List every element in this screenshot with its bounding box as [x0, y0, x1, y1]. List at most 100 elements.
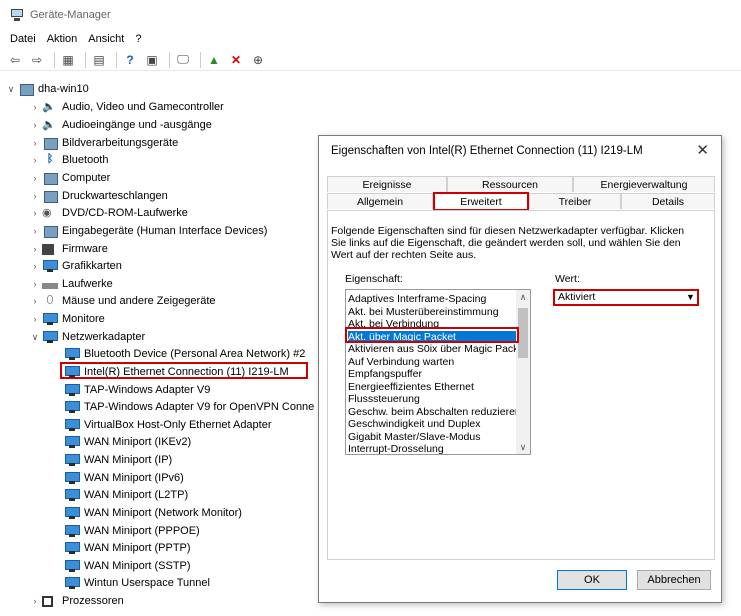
tree-category[interactable]: › ᛒ Bluetooth: [28, 151, 109, 169]
tree-category[interactable]: › Monitore: [28, 310, 105, 328]
tab-details[interactable]: Details: [621, 193, 715, 209]
device-manager-icon: [10, 8, 24, 22]
tab-allgemein[interactable]: Allgemein: [327, 193, 433, 209]
chevron-right-icon[interactable]: ›: [28, 208, 42, 218]
chevron-down-icon[interactable]: ∨: [28, 332, 42, 343]
chevron-down-icon[interactable]: ▼: [684, 291, 697, 304]
printer-icon: [42, 189, 58, 203]
highlight-box: [60, 362, 308, 379]
toolbar: ⇦ ⇨ ▦ ▤ ? ▣ 🖵 ▲ ✕ ⊕: [0, 49, 741, 71]
tree-device[interactable]: TAP-Windows Adapter V9: [64, 381, 210, 399]
tree-device[interactable]: WAN Miniport (Network Monitor): [64, 504, 242, 522]
tree-category[interactable]: › Grafikkarten: [28, 257, 122, 275]
chevron-right-icon[interactable]: ›: [28, 191, 42, 201]
list-item[interactable]: Geschw. beim Abschalten reduzieren: [348, 406, 516, 419]
monitor-icon: [42, 312, 58, 326]
tree-device[interactable]: WAN Miniport (IP): [64, 451, 172, 469]
menubar: Datei Aktion Ansicht ?: [0, 30, 741, 48]
tree-category[interactable]: › ◉ DVD/CD-ROM-Laufwerke: [28, 204, 188, 222]
uninstall-device-icon[interactable]: ✕: [227, 51, 245, 69]
property-listbox[interactable]: Adaptives Interframe-Spacing Akt. bei Mu…: [345, 289, 531, 455]
list-scrollbar[interactable]: ∧ ∨: [516, 290, 530, 454]
forward-arrow-icon[interactable]: ⇨: [28, 51, 46, 69]
network-adapter-icon: [64, 400, 80, 414]
tree-device[interactable]: VirtualBox Host-Only Ethernet Adapter: [64, 416, 272, 434]
update-driver-icon[interactable]: ▲: [205, 51, 223, 69]
tree-category[interactable]: › Eingabegeräte (Human Interface Devices): [28, 222, 267, 240]
tree-category[interactable]: › Computer: [28, 169, 110, 187]
network-adapter-icon: [64, 418, 80, 432]
chevron-right-icon[interactable]: ›: [28, 102, 42, 112]
tree-category[interactable]: › Laufwerke: [28, 275, 113, 293]
tree-device[interactable]: Wintun Userspace Tunnel: [64, 574, 210, 592]
tree-device[interactable]: WAN Miniport (PPPOE): [64, 522, 200, 540]
value-dropdown[interactable]: Aktiviert ▼: [553, 289, 699, 306]
chevron-right-icon[interactable]: ›: [28, 279, 42, 289]
chevron-right-icon[interactable]: ›: [28, 314, 42, 324]
chevron-right-icon[interactable]: ›: [28, 138, 42, 148]
chevron-right-icon[interactable]: ›: [28, 596, 42, 606]
tab-treiber[interactable]: Treiber: [529, 193, 621, 209]
chevron-right-icon[interactable]: ›: [28, 261, 42, 271]
help-icon[interactable]: ?: [121, 51, 139, 69]
tab-ressourcen[interactable]: Ressourcen: [447, 176, 573, 192]
toolbar-divider: [169, 51, 170, 68]
tree-root[interactable]: ∨ dha-win10: [4, 80, 89, 98]
chevron-right-icon[interactable]: ›: [28, 120, 42, 130]
scroll-up-icon[interactable]: ∧: [516, 290, 530, 304]
tree-device[interactable]: TAP-Windows Adapter V9 for OpenVPN Conne: [64, 398, 314, 416]
list-item[interactable]: Interrupt-Drosselung: [348, 443, 516, 454]
scan-hardware-icon[interactable]: 🖵: [174, 51, 192, 69]
list-item[interactable]: Akt. bei Musterübereinstimmung: [348, 306, 516, 319]
tree-device[interactable]: WAN Miniport (PPTP): [64, 539, 191, 557]
chevron-right-icon[interactable]: ›: [28, 226, 42, 236]
chevron-right-icon[interactable]: ›: [28, 296, 42, 306]
network-adapter-icon: [64, 576, 80, 590]
list-item[interactable]: Gigabit Master/Slave-Modus: [348, 431, 516, 444]
disable-device-icon[interactable]: ⊕: [249, 51, 267, 69]
list-item[interactable]: Energieeffizientes Ethernet: [348, 381, 516, 394]
tree-category[interactable]: › 🔈 Audioeingänge und -ausgänge: [28, 116, 212, 134]
tree-category[interactable]: › Bildverarbeitungsgeräte: [28, 134, 178, 152]
tab-ereignisse[interactable]: Ereignisse: [327, 176, 447, 192]
scrollbar-thumb[interactable]: [518, 308, 528, 358]
tree-category-expanded[interactable]: ∨ Netzwerkadapter: [28, 328, 145, 346]
tree-category[interactable]: › Druckwarteschlangen: [28, 187, 168, 205]
toolbar-divider: [54, 51, 55, 68]
scroll-down-icon[interactable]: ∨: [516, 440, 530, 454]
list-item[interactable]: Flusssteuerung: [348, 393, 516, 406]
chevron-right-icon[interactable]: ›: [28, 244, 42, 254]
menu-ansicht[interactable]: Ansicht: [88, 33, 124, 45]
list-item[interactable]: Aktivieren aus S0ix über Magic Pack: [348, 343, 516, 356]
menu-datei[interactable]: Datei: [10, 33, 36, 45]
chevron-down-icon[interactable]: ∨: [4, 84, 18, 95]
computer-icon: [42, 171, 58, 185]
ok-button[interactable]: OK: [557, 570, 627, 590]
show-hide-console-tree-icon[interactable]: ▦: [59, 51, 77, 69]
back-arrow-icon[interactable]: ⇦: [6, 51, 24, 69]
list-item[interactable]: Empfangspuffer: [348, 368, 516, 381]
menu-aktion[interactable]: Aktion: [47, 33, 78, 45]
chevron-right-icon[interactable]: ›: [28, 155, 42, 165]
tree-category[interactable]: › 🔈 Audio, Video und Gamecontroller: [28, 98, 224, 116]
tree-category[interactable]: › Firmware: [28, 240, 108, 258]
view-icon[interactable]: ▣: [143, 51, 161, 69]
chevron-right-icon[interactable]: ›: [28, 173, 42, 183]
properties-icon[interactable]: ▤: [90, 51, 108, 69]
tree-category[interactable]: › Prozessoren: [28, 592, 124, 610]
tab-energieverwaltung[interactable]: Energieverwaltung: [573, 176, 715, 192]
tab-erweitert[interactable]: Erweitert: [433, 192, 529, 211]
list-item[interactable]: Geschwindigkeit und Duplex: [348, 418, 516, 431]
tree-device[interactable]: WAN Miniport (SSTP): [64, 557, 191, 575]
list-item[interactable]: Auf Verbindung warten: [348, 356, 516, 369]
cancel-button[interactable]: Abbrechen: [637, 570, 711, 590]
tree-category[interactable]: › ⬯ Mäuse und andere Zeigegeräte: [28, 292, 216, 310]
dialog-title: Eigenschaften von Intel(R) Ethernet Conn…: [331, 145, 643, 157]
tree-device[interactable]: WAN Miniport (L2TP): [64, 486, 188, 504]
tree-device[interactable]: Bluetooth Device (Personal Area Network)…: [64, 345, 305, 363]
tree-device[interactable]: WAN Miniport (IKEv2): [64, 433, 191, 451]
list-item[interactable]: Adaptives Interframe-Spacing: [348, 293, 516, 306]
tree-device[interactable]: WAN Miniport (IPv6): [64, 469, 184, 487]
menu-help[interactable]: ?: [135, 33, 141, 45]
close-icon[interactable]: ✕: [696, 141, 709, 159]
